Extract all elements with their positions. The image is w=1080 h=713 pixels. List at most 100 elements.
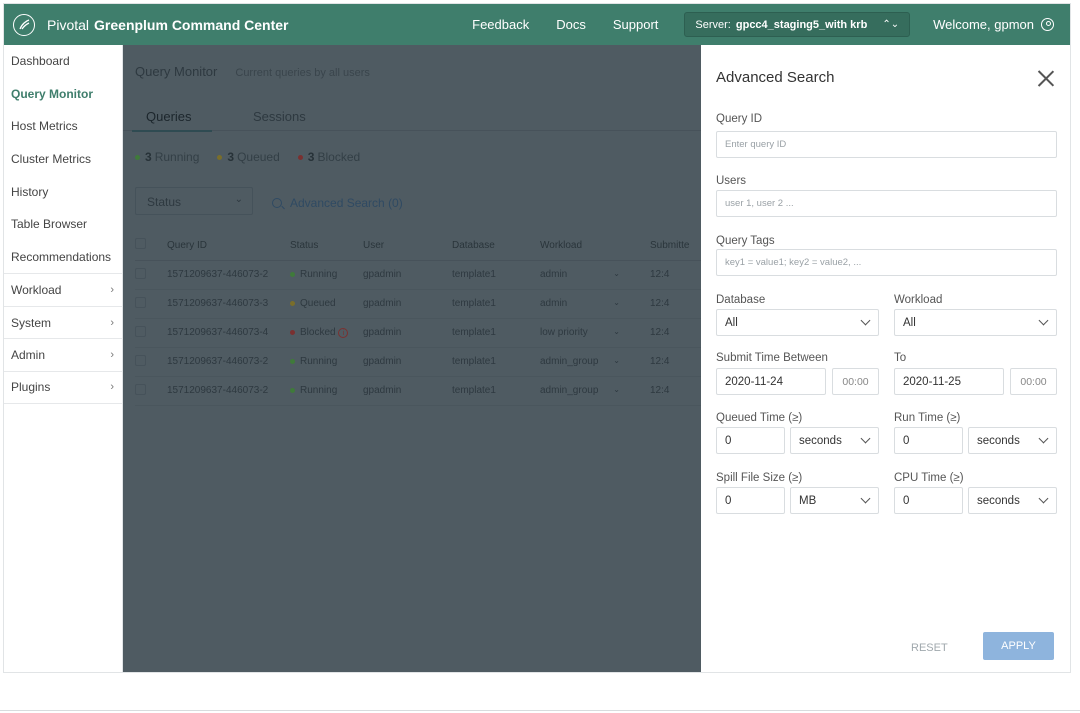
status-dot-icon: [290, 271, 295, 277]
table-row[interactable]: 1571209637-446073-4 Blocked i gpadmin templ…: [135, 318, 701, 348]
chevron-right-icon: ›: [110, 283, 114, 296]
query-id-input[interactable]: Enter query ID: [716, 131, 1057, 158]
reset-button[interactable]: RESET: [911, 642, 948, 654]
run-unit-select[interactable]: seconds: [968, 427, 1057, 454]
sidebar-item-plugins[interactable]: Plugins ›: [4, 370, 122, 404]
chevron-down-icon: ⌄: [234, 194, 243, 205]
spill-file-input[interactable]: 0: [716, 487, 785, 514]
col-database[interactable]: Database: [452, 231, 540, 261]
submitted-cell: 12:4: [650, 347, 701, 377]
status-text: Running: [300, 269, 338, 280]
submitted-cell: 12:4: [650, 318, 701, 348]
run-time-input[interactable]: 0: [894, 427, 963, 454]
queries-table: Query ID Status User Database Workload S…: [135, 231, 701, 406]
submit-to-time-input[interactable]: 00:00: [1010, 368, 1057, 395]
info-icon[interactable]: i: [338, 328, 349, 338]
user-icon: [1041, 18, 1054, 31]
table-row[interactable]: 1571209637-446073-2 Running gpadmin templat…: [135, 347, 701, 377]
submit-from-time-input[interactable]: 00:00: [832, 368, 879, 395]
row-checkbox[interactable]: [135, 383, 146, 395]
pivotal-logo-icon[interactable]: [13, 13, 35, 36]
submit-time-label: Submit Time Between: [716, 352, 828, 364]
close-icon[interactable]: [1037, 70, 1055, 88]
col-user[interactable]: User: [363, 231, 452, 261]
queued-unit-select[interactable]: seconds: [790, 427, 879, 454]
workload-select[interactable]: All: [894, 309, 1057, 336]
status-filter[interactable]: Status ⌄: [135, 187, 253, 215]
query-id-cell[interactable]: 1571209637-446073-3: [157, 289, 290, 319]
sidebar-item-label: Table Browser: [11, 217, 88, 232]
chevron-down-icon: [1038, 493, 1049, 504]
submit-to-date-input[interactable]: 2020-11-25: [894, 368, 1004, 395]
row-checkbox[interactable]: [135, 325, 146, 337]
sidebar-item-dashboard[interactable]: Dashboard: [4, 45, 122, 78]
query-id-cell[interactable]: 1571209637-446073-2: [157, 260, 290, 290]
query-id-cell[interactable]: 1571209637-446073-4: [157, 318, 290, 348]
query-monitor-overlay[interactable]: Query Monitor Current queries by all use…: [123, 45, 701, 672]
advanced-search-link[interactable]: Advanced Search (0): [272, 196, 403, 210]
sidebar-item-label: Host Metrics: [11, 119, 78, 134]
workload-cell[interactable]: admin ⌄: [540, 289, 650, 319]
row-checkbox[interactable]: [135, 267, 146, 279]
user-menu[interactable]: Welcome, gpmon: [933, 17, 1054, 32]
col-status[interactable]: Status: [290, 231, 363, 261]
users-input[interactable]: user 1, user 2 ...: [716, 190, 1057, 217]
sidebar-item-history[interactable]: History: [4, 175, 122, 208]
queued-time-label: Queued Time (≥): [716, 412, 803, 424]
brand-title: Pivotal Greenplum Command Center: [47, 17, 289, 33]
row-checkbox[interactable]: [135, 354, 146, 366]
col-submitted[interactable]: Submitte: [650, 231, 701, 261]
apply-button[interactable]: APPLY: [983, 632, 1054, 660]
col-workload[interactable]: Workload: [540, 231, 650, 261]
cpu-unit-select[interactable]: seconds: [968, 487, 1057, 514]
workload-label: Workload: [894, 294, 943, 306]
workload-cell[interactable]: low priority ⌄: [540, 318, 650, 348]
sidebar-item-cluster-metrics[interactable]: Cluster Metrics: [4, 143, 122, 176]
sidebar-item-query-monitor[interactable]: Query Monitor: [4, 78, 122, 111]
tab-queries[interactable]: Queries: [146, 109, 192, 124]
spill-unit-select[interactable]: MB: [790, 487, 879, 514]
table-row[interactable]: 1571209637-446073-3 Queued gpadmin template…: [135, 289, 701, 319]
header-nav: Feedback Docs Support Server: gpcc4_stag…: [445, 12, 1070, 37]
sidebar-item-admin[interactable]: Admin ›: [4, 338, 122, 371]
page-title: Query Monitor Current queries by all use…: [135, 64, 370, 79]
sidebar-item-table-browser[interactable]: Table Browser: [4, 208, 122, 241]
chevron-down-icon: ⌄: [613, 356, 620, 365]
row-checkbox[interactable]: [135, 296, 146, 308]
tab-sessions[interactable]: Sessions: [253, 109, 306, 124]
workload-cell[interactable]: admin_group ⌄: [540, 376, 650, 406]
sidebar-item-label: Query Monitor: [11, 86, 94, 101]
cpu-time-input[interactable]: 0: [894, 487, 963, 514]
sidebar-item-recommendations[interactable]: Recommendations: [4, 241, 122, 274]
feedback-link[interactable]: Feedback: [472, 17, 529, 32]
status-text: Running: [300, 385, 338, 396]
database-select[interactable]: All: [716, 309, 879, 336]
row-select-cell: [135, 318, 157, 348]
table-row[interactable]: 1571209637-446073-2 Running gpadmin templat…: [135, 260, 701, 290]
query-tags-input[interactable]: key1 = value1; key2 = value2, ...: [716, 249, 1057, 276]
select-all-checkbox[interactable]: [135, 238, 146, 250]
workload-cell[interactable]: admin_group ⌄: [540, 347, 650, 377]
sidebar-item-host-metrics[interactable]: Host Metrics: [4, 110, 122, 143]
sidebar-item-system[interactable]: System ›: [4, 305, 122, 339]
table-row[interactable]: 1571209637-446073-2 Running gpadmin templat…: [135, 376, 701, 406]
queued-time-input[interactable]: 0: [716, 427, 785, 454]
app-window: Pivotal Greenplum Command Center Feedbac…: [3, 3, 1071, 673]
workload-cell[interactable]: admin ⌄: [540, 260, 650, 290]
support-link[interactable]: Support: [613, 17, 659, 32]
workload-value: All: [903, 316, 916, 329]
query-id-cell[interactable]: 1571209637-446073-2: [157, 347, 290, 377]
running-count: 3 Running: [135, 150, 199, 164]
row-select-cell: [135, 347, 157, 377]
server-select[interactable]: Server: gpcc4_staging5_with krb ⌃⌄: [684, 12, 911, 37]
submit-from-date-input[interactable]: 2020-11-24: [716, 368, 826, 395]
status-text: Running: [300, 356, 338, 367]
query-id-cell[interactable]: 1571209637-446073-2: [157, 376, 290, 406]
sidebar-item-workload[interactable]: Workload ›: [4, 273, 122, 306]
col-query-id[interactable]: Query ID: [157, 231, 290, 261]
sidebar-item-label: History: [11, 184, 49, 199]
row-select-cell: [135, 289, 157, 319]
docs-link[interactable]: Docs: [556, 17, 586, 32]
page-title-text: Query Monitor: [135, 64, 218, 79]
chevron-down-icon: ⌄: [613, 327, 620, 336]
